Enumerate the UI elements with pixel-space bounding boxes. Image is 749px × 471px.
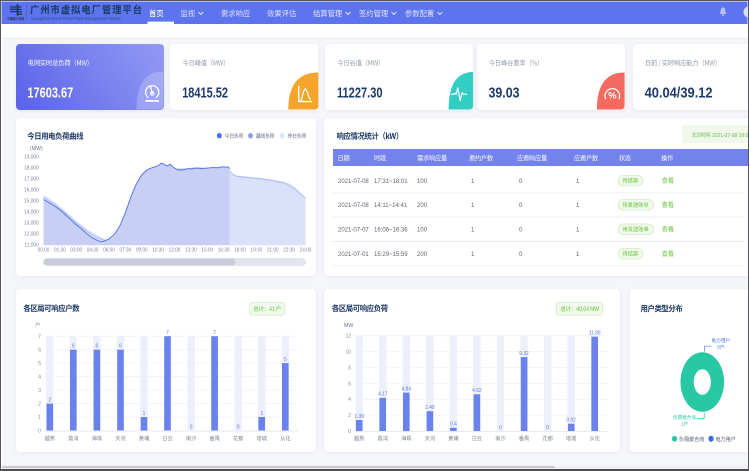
svg-text:21:00: 21:00 — [267, 247, 279, 253]
svg-text:2: 2 — [38, 401, 41, 407]
svg-text:100: 100 — [417, 178, 427, 185]
svg-text:0: 0 — [38, 428, 41, 434]
svg-text:19,000: 19,000 — [24, 154, 39, 160]
svg-text:4.62: 4.62 — [472, 388, 482, 394]
svg-text:39.03: 39.03 — [489, 85, 520, 101]
svg-text:01:30: 01:30 — [54, 247, 66, 253]
svg-text:100: 100 — [417, 226, 427, 233]
svg-text:0: 0 — [348, 429, 351, 435]
svg-text:04:30: 04:30 — [87, 247, 99, 253]
svg-text:7: 7 — [38, 334, 41, 340]
svg-text:0: 0 — [499, 425, 502, 431]
svg-text:6: 6 — [38, 347, 41, 353]
svg-text:1: 1 — [471, 226, 475, 233]
svg-text:200: 200 — [417, 202, 427, 209]
svg-text:1: 1 — [576, 251, 580, 258]
svg-text:18:00: 18:00 — [234, 247, 246, 253]
svg-text:03:00: 03:00 — [70, 247, 82, 253]
svg-text:0: 0 — [546, 425, 549, 431]
svg-text:07:30: 07:30 — [120, 247, 132, 253]
svg-text:2021-07-08 18:0: 2021-07-08 18:0 — [712, 133, 748, 139]
svg-text:4.17: 4.17 — [378, 391, 388, 397]
svg-text:1: 1 — [576, 226, 580, 233]
svg-text:14,000: 14,000 — [24, 209, 39, 215]
svg-text:17,000: 17,000 — [24, 176, 39, 182]
svg-text:12,000: 12,000 — [24, 231, 39, 237]
svg-text:19:30: 19:30 — [251, 247, 263, 253]
svg-text:16,000: 16,000 — [24, 187, 39, 193]
svg-text:1: 1 — [260, 411, 263, 417]
svg-text:06:00: 06:00 — [103, 247, 115, 253]
svg-text:2021-07-08: 2021-07-08 — [338, 202, 369, 209]
svg-text:10:30: 10:30 — [152, 247, 164, 253]
svg-text:Guangzhou Virtual Power Plant: Guangzhou Virtual Power Plant Management… — [31, 16, 122, 21]
svg-text:1: 1 — [576, 202, 580, 209]
svg-text:15:00: 15:00 — [201, 247, 213, 253]
svg-text:0: 0 — [519, 226, 523, 233]
svg-text:7: 7 — [213, 330, 216, 336]
svg-text:6: 6 — [119, 343, 122, 349]
svg-text:0.4: 0.4 — [450, 421, 457, 427]
svg-text:22:30: 22:30 — [283, 247, 295, 253]
svg-text:13:30: 13:30 — [185, 247, 197, 253]
svg-text:15:29~15:59: 15:29~15:59 — [374, 251, 408, 258]
svg-text:16:30: 16:30 — [218, 247, 230, 253]
svg-text:0: 0 — [519, 178, 523, 185]
svg-text:5: 5 — [38, 361, 41, 367]
svg-text:%: % — [608, 90, 617, 101]
svg-text:MW: MW — [344, 323, 354, 329]
svg-text:0: 0 — [519, 251, 523, 258]
svg-text:1: 1 — [576, 178, 580, 185]
svg-text:0: 0 — [237, 424, 240, 430]
svg-text:4: 4 — [38, 374, 41, 380]
svg-text:1: 1 — [38, 415, 41, 421]
svg-text:1: 1 — [471, 202, 475, 209]
svg-text:12:00: 12:00 — [169, 247, 181, 253]
svg-text:14:11~14:41: 14:11~14:41 — [374, 202, 408, 209]
svg-text:6: 6 — [348, 381, 351, 387]
svg-text:2: 2 — [348, 413, 351, 419]
svg-text:200: 200 — [417, 251, 427, 258]
svg-text:13,000: 13,000 — [24, 220, 39, 226]
svg-text:6: 6 — [96, 343, 99, 349]
svg-text:6: 6 — [72, 343, 75, 349]
svg-text:(MW): (MW) — [30, 146, 43, 152]
svg-text:16:06~16:36: 16:06~16:36 — [374, 226, 408, 233]
svg-text:12: 12 — [346, 333, 352, 339]
svg-text:17:31~18:01: 17:31~18:01 — [374, 178, 408, 185]
svg-text:17603.67: 17603.67 — [27, 85, 73, 101]
svg-text:11,000: 11,000 — [24, 242, 39, 248]
svg-text:5: 5 — [284, 357, 287, 363]
svg-text:15,000: 15,000 — [24, 198, 39, 204]
svg-text:8: 8 — [348, 365, 351, 371]
svg-text:09:00: 09:00 — [136, 247, 148, 253]
svg-text:2021-07-08: 2021-07-08 — [338, 178, 369, 185]
svg-text:3: 3 — [38, 388, 41, 394]
svg-text:00:00: 00:00 — [38, 247, 50, 253]
svg-text:0.92: 0.92 — [566, 417, 576, 423]
svg-text:7: 7 — [166, 330, 169, 336]
svg-text:0: 0 — [519, 202, 523, 209]
svg-text:18415.52: 18415.52 — [182, 85, 228, 101]
svg-text:1: 1 — [471, 251, 475, 258]
svg-text:18,000: 18,000 — [24, 165, 39, 171]
svg-text:1: 1 — [471, 178, 475, 185]
svg-text:11227.30: 11227.30 — [337, 85, 383, 101]
svg-text:40.04/39.12: 40.04/39.12 — [645, 85, 713, 101]
svg-text:4.84: 4.84 — [402, 386, 412, 392]
svg-text:2.49: 2.49 — [425, 405, 435, 411]
svg-text:11.89: 11.89 — [589, 330, 601, 336]
svg-text:9.32: 9.32 — [519, 351, 529, 357]
svg-text:1: 1 — [143, 411, 146, 417]
svg-text:4: 4 — [348, 397, 351, 403]
svg-text:2021-07-07: 2021-07-07 — [338, 226, 369, 233]
svg-text:2021-07-01: 2021-07-01 — [338, 251, 369, 258]
svg-text:10: 10 — [346, 349, 352, 355]
svg-text:1.39: 1.39 — [354, 414, 364, 420]
svg-text:2: 2 — [48, 397, 51, 403]
svg-text:0: 0 — [190, 424, 193, 430]
svg-text:24:00: 24:00 — [300, 247, 312, 253]
